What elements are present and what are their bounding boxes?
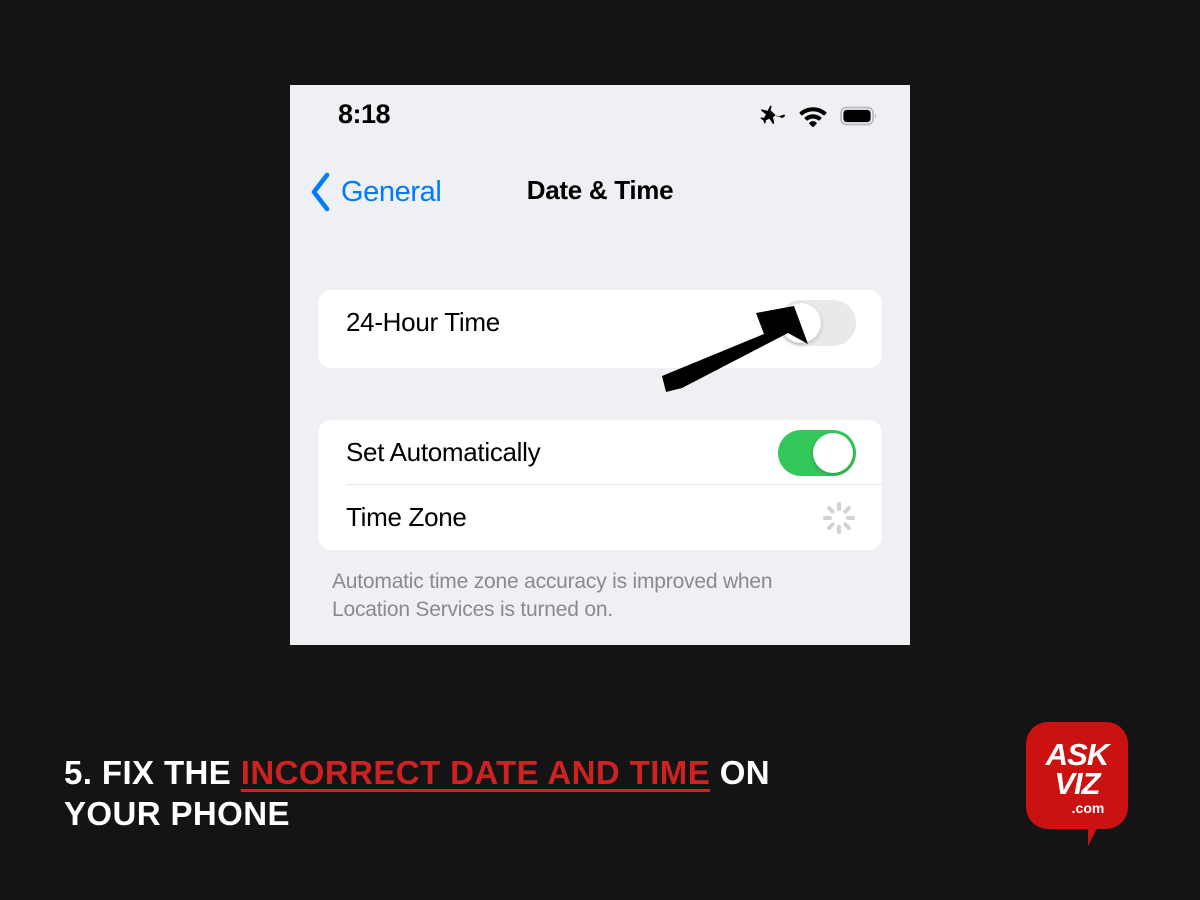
logo-text-com: .com xyxy=(1071,800,1105,816)
askviz-logo: ASK VIZ .com xyxy=(1026,722,1128,852)
airplane-mode-icon xyxy=(760,105,786,124)
setting-label-24-hour-time: 24-Hour Time xyxy=(346,307,500,337)
battery-icon xyxy=(840,106,877,126)
caption-text: 5. FIX THE INCORRECT DATE AND TIME ON YO… xyxy=(64,752,824,835)
settings-group-24-hour: 24-Hour Time xyxy=(318,290,882,368)
toggle-24-hour-time[interactable] xyxy=(778,299,856,346)
caption-prefix: 5. FIX THE xyxy=(64,754,241,791)
phone-screenshot: 8:18 General Date & Time 24-Hour Time Se… xyxy=(290,85,910,645)
caption-highlight: INCORRECT DATE AND TIME xyxy=(240,754,711,791)
group-footer-note: Automatic time zone accuracy is improved… xyxy=(332,570,773,621)
spinner-spoke xyxy=(837,524,841,534)
setting-row-24-hour-time[interactable]: 24-Hour Time xyxy=(318,290,882,355)
spinner-spoke xyxy=(826,504,836,514)
screenshot-canvas: 8:18 General Date & Time 24-Hour Time Se… xyxy=(0,0,1200,900)
setting-row-set-automatically[interactable]: Set Automatically xyxy=(318,420,882,485)
spinner-spoke xyxy=(837,501,841,511)
spinner-spoke xyxy=(846,515,855,520)
toggle-knob xyxy=(781,302,821,343)
wifi-icon xyxy=(799,106,827,127)
settings-group-automatic: Set Automatically Time Zone xyxy=(318,420,882,550)
setting-label-time-zone: Time Zone xyxy=(346,502,467,532)
setting-row-time-zone[interactable]: Time Zone xyxy=(318,485,882,550)
spinner-spoke xyxy=(842,521,852,531)
setting-label-set-automatically: Set Automatically xyxy=(346,437,541,467)
logo-text-viz: VIZ xyxy=(1054,766,1100,801)
loading-spinner-icon xyxy=(822,501,856,535)
toggle-knob xyxy=(813,432,853,473)
spinner-spoke xyxy=(823,515,832,520)
status-bar-icons xyxy=(760,104,878,128)
logo-bubble-tail xyxy=(1088,820,1110,846)
spinner-spoke xyxy=(826,521,836,531)
status-bar-time: 8:18 xyxy=(338,99,391,129)
spinner-spoke xyxy=(842,504,852,514)
page-title: Date & Time xyxy=(526,175,674,205)
navigation-bar: General Date & Time xyxy=(290,147,910,252)
toggle-set-automatically[interactable] xyxy=(778,429,856,476)
status-bar: 8:18 xyxy=(290,85,910,147)
